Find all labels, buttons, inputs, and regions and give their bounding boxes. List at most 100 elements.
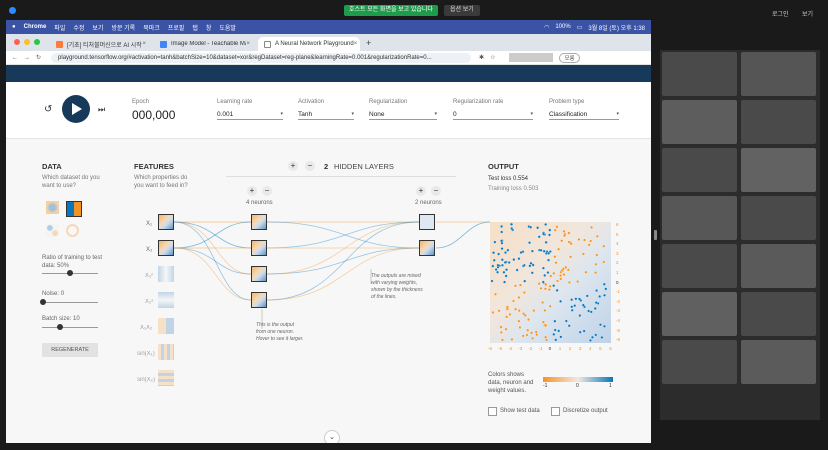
data-point (506, 248, 510, 252)
data-point (593, 307, 597, 310)
participant-tile[interactable] (741, 196, 816, 240)
close-window-icon[interactable] (14, 39, 20, 45)
battery-icon[interactable]: ▭ (577, 24, 583, 31)
menu-item[interactable]: 도움말 (219, 23, 236, 32)
browser-tab[interactable]: Image Model - Teachable Machine × (154, 37, 256, 51)
y-tick-label: 0 (616, 279, 619, 285)
close-tab-icon[interactable]: × (246, 41, 250, 47)
data-point (491, 264, 495, 268)
hidden-neuron[interactable] (251, 292, 267, 308)
chevron-down-icon[interactable]: ⌄ (324, 430, 340, 443)
data-point (537, 282, 541, 286)
screen-share-banner: 호스트 모든 화면을 보고 있습니다 (344, 5, 438, 16)
menu-item[interactable]: 수정 (73, 23, 84, 32)
profile-button[interactable]: 모롱 (559, 52, 580, 63)
menu-item[interactable]: 북마크 (143, 23, 160, 32)
participant-tile[interactable] (741, 148, 816, 192)
data-point (549, 274, 553, 278)
participant-tile[interactable] (741, 340, 816, 384)
data-point (500, 239, 504, 243)
participant-tile[interactable] (741, 292, 816, 336)
hidden-neuron[interactable] (251, 214, 267, 230)
problem-type-select[interactable]: Classification ▾ (549, 109, 619, 120)
discretize-output-checkbox[interactable] (551, 407, 560, 416)
participant-tile[interactable] (662, 52, 737, 96)
participant-tile[interactable] (741, 52, 816, 96)
new-tab-icon[interactable]: + (366, 38, 371, 48)
data-point (589, 310, 593, 314)
data-point (595, 289, 599, 292)
data-point (521, 334, 525, 338)
view-options-button[interactable]: 옵션 보기 (444, 5, 480, 16)
apple-icon[interactable]: ● (12, 24, 16, 30)
data-point (535, 333, 539, 337)
participant-tile[interactable] (662, 148, 737, 192)
data-point (528, 241, 531, 245)
activation-select[interactable]: Tanh ▾ (298, 109, 354, 120)
hidden-neuron[interactable] (419, 214, 435, 230)
data-point (492, 258, 496, 262)
data-point (594, 271, 598, 275)
menu-item[interactable]: 보기 (92, 23, 103, 32)
participant-tile[interactable] (741, 100, 816, 144)
gallery-view-button[interactable]: 보기 (802, 9, 813, 18)
regularization-select[interactable]: None ▾ (369, 109, 437, 120)
x-tick-label: -5 (498, 346, 503, 351)
learning-rate-label: Learning rate (217, 99, 253, 105)
data-point (501, 263, 504, 267)
data-point (573, 304, 577, 308)
close-tab-icon[interactable]: × (142, 41, 146, 47)
sign-in-link[interactable]: 로그인 (772, 9, 789, 18)
menu-app-name[interactable]: Chrome (24, 24, 47, 30)
menu-item[interactable]: 탭 (192, 23, 198, 32)
back-icon[interactable]: ← (12, 55, 18, 61)
forward-icon[interactable]: → (24, 55, 30, 61)
learning-rate-select[interactable]: 0.001 ▾ (217, 109, 283, 120)
bookmark-icon[interactable]: ☆ (490, 54, 495, 61)
maximize-window-icon[interactable] (34, 39, 40, 45)
show-test-data-checkbox[interactable] (488, 407, 497, 416)
top-controls: ↺ ⏭ Epoch 000,000 Learning rate 0.001 ▾ A… (6, 82, 651, 139)
participant-tile[interactable] (741, 244, 816, 288)
data-point (561, 267, 565, 271)
data-point (553, 255, 557, 259)
reg-rate-select[interactable]: 0 ▾ (453, 109, 533, 120)
data-point (532, 309, 536, 313)
panel-resize-handle[interactable] (654, 230, 657, 240)
page-header-band (6, 65, 651, 82)
menu-item[interactable]: 프로필 (168, 23, 185, 32)
participant-tile[interactable] (662, 340, 737, 384)
hidden-neuron[interactable] (251, 240, 267, 256)
data-point (519, 251, 523, 254)
data-point (541, 301, 545, 304)
data-point (581, 303, 585, 307)
participant-tile[interactable] (662, 292, 737, 336)
favicon-icon (160, 40, 167, 48)
reset-icon[interactable]: ↺ (44, 104, 52, 115)
data-point (553, 328, 557, 332)
wifi-icon[interactable]: ◠ (544, 24, 549, 31)
step-icon[interactable]: ⏭ (98, 105, 105, 115)
data-point (557, 247, 561, 251)
reload-icon[interactable]: ↻ (36, 54, 41, 61)
browser-tab-active[interactable]: A Neural Network Playground × (258, 37, 360, 51)
participant-tile[interactable] (662, 100, 737, 144)
show-test-data-label: Show test data (500, 408, 540, 414)
hidden-neuron[interactable] (251, 266, 267, 282)
menu-item[interactable]: 방문 기록 (111, 23, 135, 32)
url-input[interactable]: playground.tensorflow.org/#activation=ta… (51, 52, 472, 63)
extension-icon[interactable]: ✱ (479, 54, 484, 61)
output-heatmap[interactable] (490, 222, 611, 343)
data-point (499, 325, 503, 329)
minimize-window-icon[interactable] (24, 39, 30, 45)
close-tab-icon[interactable]: × (354, 41, 358, 47)
menu-item[interactable]: 창 (206, 23, 212, 32)
hidden-neuron[interactable] (419, 240, 435, 256)
menu-item[interactable]: 파일 (54, 23, 65, 32)
clock[interactable]: 3월 8일 (토) 오후 1:38 (588, 23, 645, 32)
battery-text: 100% (555, 24, 571, 30)
participant-tile[interactable] (662, 244, 737, 288)
data-point (589, 338, 592, 342)
browser-tab[interactable]: [기초] 티처블머신으로 AI 시작하기 - ... × (50, 37, 152, 51)
participant-tile[interactable] (662, 196, 737, 240)
